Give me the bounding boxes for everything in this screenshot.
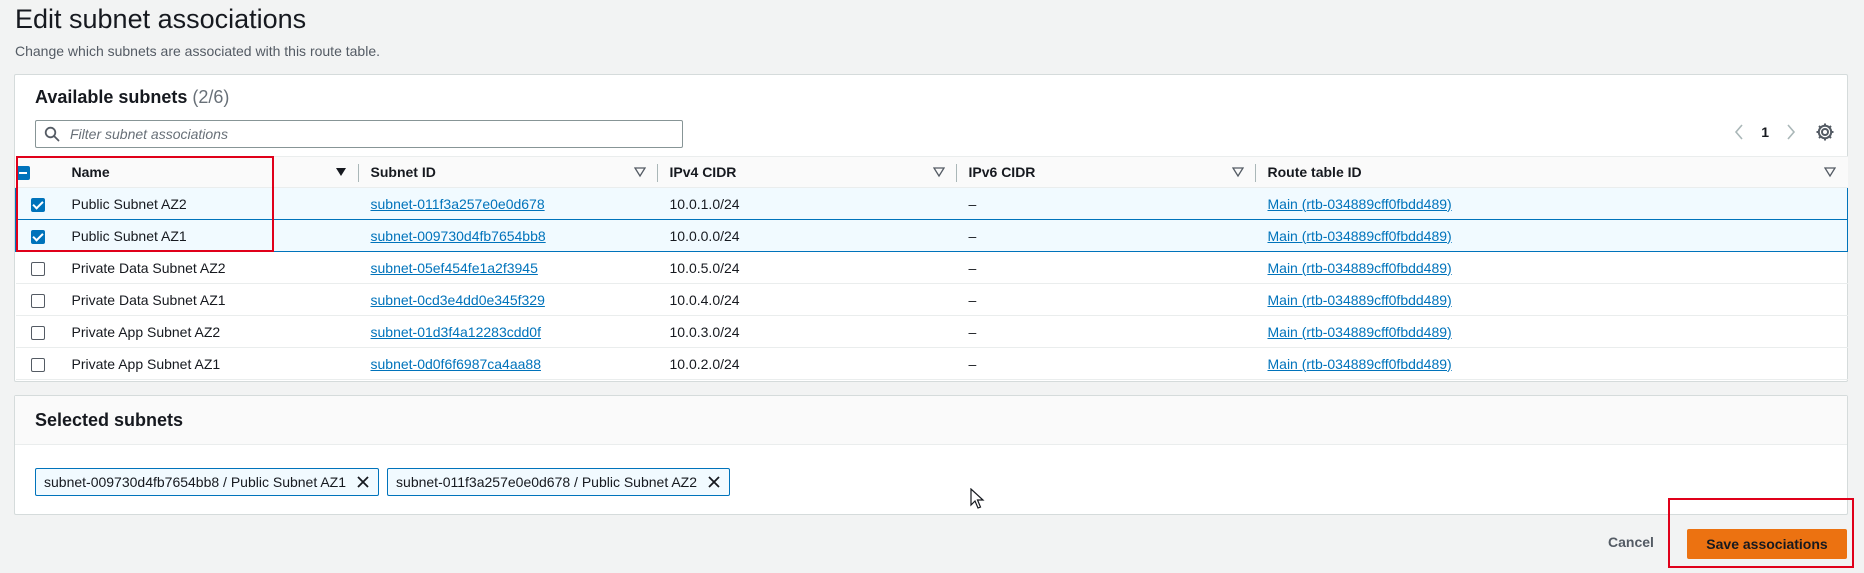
subnet-id-link[interactable]: subnet-0cd3e4dd0e345f329	[371, 292, 545, 308]
selected-subnets-title: Selected subnets	[35, 410, 184, 430]
filter-input[interactable]	[68, 123, 672, 145]
next-page-button[interactable]	[1785, 123, 1797, 141]
close-icon[interactable]	[356, 475, 370, 489]
selected-tokens: subnet-009730d4fb7654bb8 / Public Subnet…	[35, 468, 731, 496]
token-label: subnet-009730d4fb7654bb8 / Public Subnet…	[44, 474, 347, 490]
row-checkbox[interactable]	[30, 325, 45, 340]
gear-icon[interactable]	[1815, 122, 1835, 142]
subnet-name: Private App Subnet AZ2	[71, 323, 221, 340]
mouse-pointer-icon	[970, 488, 985, 509]
row-checkbox[interactable]	[30, 293, 45, 308]
subnet-name: Public Subnet AZ1	[71, 227, 187, 244]
row-select-cell	[15, 347, 60, 380]
column-header-ipv6-cidr[interactable]: IPv6 CIDR	[956, 156, 1256, 188]
selected-subnets-panel: Selected subnets subnet-009730d4fb7654bb…	[14, 395, 1848, 515]
ipv6-cidr: –	[968, 291, 977, 308]
column-label: Route table ID	[1267, 164, 1362, 180]
sort-icon	[932, 167, 945, 178]
ipv4-cidr: 10.0.2.0/24	[669, 355, 740, 372]
row-checkbox[interactable]	[30, 197, 45, 212]
ipv6-cidr: –	[968, 259, 977, 276]
subnet-id-link[interactable]: subnet-0d0f6f6987ca4aa88	[371, 356, 541, 372]
ipv4-cidr: 10.0.3.0/24	[669, 323, 740, 340]
subnet-name: Private Data Subnet AZ1	[71, 291, 226, 308]
ipv4-cidr: 10.0.1.0/24	[669, 195, 740, 212]
subnet-id-link[interactable]: subnet-01d3f4a12283cdd0f	[371, 324, 541, 340]
subnet-id-link[interactable]: subnet-05ef454fe1a2f3945	[371, 260, 538, 276]
select-all-cell	[15, 156, 60, 188]
previous-page-button[interactable]	[1733, 123, 1745, 141]
sort-descending-icon	[335, 168, 346, 176]
subnet-id-link[interactable]: subnet-009730d4fb7654bb8	[371, 228, 546, 244]
table-row[interactable]: Private App Subnet AZ1 subnet-0d0f6f6987…	[15, 347, 1848, 380]
column-label: Name	[71, 164, 110, 180]
column-label: Subnet ID	[370, 164, 436, 180]
ipv6-cidr: –	[968, 323, 977, 340]
page-description: Change which subnets are associated with…	[15, 43, 380, 59]
column-header-subnet-id[interactable]: Subnet ID	[358, 156, 658, 188]
available-subnets-title: Available subnets	[35, 87, 188, 107]
route-table-link[interactable]: Main (rtb-034889cff0fbdd489)	[1268, 356, 1452, 372]
chevron-right-icon	[1787, 124, 1796, 140]
route-table-link[interactable]: Main (rtb-034889cff0fbdd489)	[1268, 292, 1452, 308]
filter-box	[35, 120, 683, 148]
table-row[interactable]: Private Data Subnet AZ2 subnet-05ef454fe…	[15, 251, 1848, 284]
chevron-left-icon	[1735, 124, 1743, 140]
available-subnets-header: Available subnets (2/6)	[35, 87, 229, 108]
column-label: IPv6 CIDR	[968, 164, 1036, 180]
ipv4-cidr: 10.0.5.0/24	[669, 259, 740, 276]
token-label: subnet-011f3a257e0e0d678 / Public Subnet…	[396, 474, 698, 490]
route-table-link[interactable]: Main (rtb-034889cff0fbdd489)	[1268, 260, 1452, 276]
cancel-button[interactable]: Cancel	[1602, 533, 1660, 551]
selected-subnet-token: subnet-011f3a257e0e0d678 / Public Subnet…	[387, 468, 731, 496]
subnet-name: Private App Subnet AZ1	[71, 355, 221, 372]
sort-icon	[1823, 167, 1836, 178]
page-number[interactable]: 1	[1761, 124, 1769, 140]
selection-count: (2/6)	[192, 87, 230, 107]
page-title: Edit subnet associations	[15, 4, 307, 34]
column-header-ipv4-cidr[interactable]: IPv4 CIDR	[657, 156, 957, 188]
subnet-name: Public Subnet AZ2	[71, 195, 187, 212]
row-checkbox[interactable]	[30, 261, 45, 276]
subnet-id-link[interactable]: subnet-011f3a257e0e0d678	[371, 196, 545, 212]
sort-icon	[633, 167, 646, 178]
column-label: IPv4 CIDR	[669, 164, 737, 180]
route-table-link[interactable]: Main (rtb-034889cff0fbdd489)	[1268, 196, 1452, 212]
column-header-name[interactable]: Name	[59, 156, 359, 188]
row-select-cell	[15, 219, 60, 252]
ipv6-cidr: –	[968, 227, 977, 244]
row-select-cell	[15, 315, 60, 348]
selected-subnets-header: Selected subnets	[15, 396, 1847, 445]
route-table-link[interactable]: Main (rtb-034889cff0fbdd489)	[1268, 324, 1452, 340]
ipv4-cidr: 10.0.0.0/24	[669, 227, 740, 244]
row-select-cell	[15, 187, 60, 220]
row-select-cell	[15, 251, 60, 284]
ipv6-cidr: –	[968, 195, 977, 212]
select-all-checkbox[interactable]	[15, 166, 30, 181]
subnets-table: Name Subnet ID IPv4 CIDR IPv6 CIDR Route…	[15, 156, 1848, 380]
sort-icon	[1231, 167, 1244, 178]
subnet-name: Private Data Subnet AZ2	[71, 259, 226, 276]
available-subnets-panel: Available subnets (2/6) 1	[14, 74, 1848, 382]
ipv4-cidr: 10.0.4.0/24	[669, 291, 740, 308]
search-icon	[44, 126, 60, 142]
table-row[interactable]: Public Subnet AZ1 subnet-009730d4fb7654b…	[15, 219, 1848, 252]
row-checkbox[interactable]	[30, 229, 45, 244]
selected-subnet-token: subnet-009730d4fb7654bb8 / Public Subnet…	[35, 468, 380, 496]
table-row[interactable]: Private Data Subnet AZ1 subnet-0cd3e4dd0…	[15, 283, 1848, 316]
row-select-cell	[15, 283, 60, 316]
pagination: 1	[1733, 123, 1797, 141]
row-checkbox[interactable]	[30, 357, 45, 372]
table-header-row: Name Subnet ID IPv4 CIDR IPv6 CIDR Route…	[15, 156, 1848, 188]
table-row[interactable]: Private App Subnet AZ2 subnet-01d3f4a122…	[15, 315, 1848, 348]
column-header-route-table-id[interactable]: Route table ID	[1255, 156, 1848, 188]
table-row[interactable]: Public Subnet AZ2 subnet-011f3a257e0e0d6…	[15, 187, 1848, 220]
ipv6-cidr: –	[968, 355, 977, 372]
close-icon[interactable]	[707, 475, 721, 489]
route-table-link[interactable]: Main (rtb-034889cff0fbdd489)	[1268, 228, 1452, 244]
save-associations-button[interactable]: Save associations	[1687, 529, 1847, 559]
